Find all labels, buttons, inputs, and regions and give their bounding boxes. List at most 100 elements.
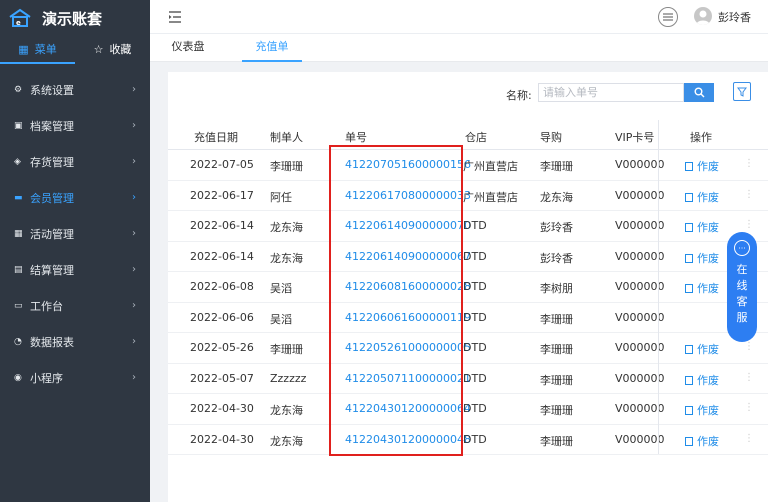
table-row[interactable]: 2022-04-30 龙东海 412204301200000064 DTD 李珊珊 V00… [168,394,768,425]
sidebar-item-2[interactable]: ◈ 存货管理 › [0,144,150,180]
table-row[interactable]: 2022-06-14 龙东海 412206140900000070 DTD 彭玲香 V00… [168,211,768,242]
void-label: 作废 [697,434,719,448]
sidebar-item-label: 档案管理 [30,120,74,133]
table-row[interactable]: 2022-06-14 龙东海 412206140900000067 DTD 彭玲香 V00… [168,242,768,272]
void-button[interactable]: 作废 [685,219,719,235]
sidebar-item-label: 小程序 [30,372,63,385]
table-row[interactable]: 2022-05-07 Zzzzzz 412205071100000021 DTD 李珊珊… [168,364,768,394]
chevron-right-icon: › [132,228,136,239]
cell-guide: 李珊珊 [540,434,573,448]
more-menu-icon[interactable] [658,7,678,27]
document-icon [685,192,693,202]
row-more-icon[interactable]: ⋮ [744,158,754,169]
online-service-label: 在线客服 [736,263,748,324]
column-header[interactable]: 导购 [540,129,562,145]
order-number-link[interactable]: 412206081600000028 [345,280,471,293]
sidebar-item-7[interactable]: ◔ 数据报表 › [0,324,150,360]
sidebar-item-1[interactable]: ▣ 档案管理 › [0,108,150,144]
row-more-icon[interactable]: ⋮ [744,402,754,413]
row-more-icon[interactable]: ⋮ [744,189,754,200]
column-header[interactable]: 单号 [345,129,367,145]
chevron-right-icon: › [132,264,136,275]
tab-dashboard[interactable]: 仪表盘 [168,34,208,62]
cell-date: 2022-06-08 [190,280,254,293]
void-label: 作废 [697,404,719,417]
filter-button[interactable] [733,82,751,101]
void-button[interactable]: 作废 [685,158,719,174]
void-button[interactable]: 作废 [685,250,719,266]
order-number-link[interactable]: 412205261000000005 [345,341,471,354]
void-button[interactable]: 作废 [685,372,719,388]
table-row[interactable]: 2022-06-06 吴滔 412206061600000119 DTD 李珊珊 V000… [168,303,768,333]
order-number-link[interactable]: 412206140900000070 [345,219,471,232]
cell-store: DTD [463,280,487,293]
collapse-menu-icon[interactable] [168,10,182,24]
cell-date: 2022-05-26 [190,341,254,354]
tab-favorites[interactable]: ☆ 收藏 [75,36,150,62]
cell-maker: 龙东海 [270,221,303,234]
void-label: 作废 [697,221,719,234]
table-row[interactable]: 2022-05-26 李珊珊 412205261000000005 DTD 李珊珊 V00… [168,333,768,364]
document-icon [685,223,693,232]
void-button[interactable]: 作废 [685,341,719,357]
sidebar-item-label: 数据报表 [30,336,74,349]
cell-guide: 龙东海 [540,190,573,204]
tab-recharge[interactable]: 充值单 [242,34,302,62]
avatar[interactable] [694,7,712,25]
sidebar-item-4[interactable]: ▦ 活动管理 › [0,216,150,252]
column-header[interactable]: VIP卡号 [615,129,654,145]
sidebar-item-0[interactable]: ⚙ 系统设置 › [0,72,150,108]
online-service-button[interactable]: ··· 在线客服 [727,232,757,342]
sidebar-item-label: 系统设置 [30,84,74,97]
row-more-icon[interactable]: ⋮ [744,372,754,383]
search-button[interactable] [684,83,714,102]
cell-guide: 李树朋 [540,282,573,295]
document-icon [685,436,693,446]
table-row[interactable]: 2022-07-05 李珊珊 412207051600000156 广州直营店 李珊珊 V… [168,150,768,181]
cell-store: DTD [463,402,487,415]
tab-menu[interactable]: ▦ 菜单 [0,36,75,62]
row-more-icon[interactable]: ⋮ [744,219,754,230]
void-label: 作废 [697,251,719,265]
content-panel: 名称: 充值日期 制单人 单号 仓店 导购 VIP卡号 操作 2022-07-05 李珊珊 41… [168,72,768,502]
order-number-link[interactable]: 412206061600000119 [345,311,471,324]
sidebar-item-6[interactable]: ▭ 工作台 › [0,288,150,324]
table-row[interactable]: 2022-06-08 吴滔 412206081600000028 DTD 李树朋 V000… [168,272,768,303]
cell-guide: 李珊珊 [540,404,573,417]
cell-store: DTD [463,310,487,324]
void-button[interactable]: 作废 [685,280,719,296]
table-row[interactable]: 2022-04-30 龙东海 412204301200000048 DTD 李珊珊 V00… [168,425,768,455]
archive-icon: ▣ [14,121,23,131]
chevron-right-icon: › [132,84,136,95]
order-search-input[interactable] [538,83,684,102]
column-header[interactable]: 制单人 [270,129,303,145]
tab-menu-label: 菜单 [34,43,57,56]
row-more-icon[interactable]: ⋮ [744,433,754,444]
row-more-icon[interactable]: ⋮ [744,341,754,352]
workbench-icon: ▭ [14,301,23,311]
order-number-link[interactable]: 412206170800000033 [345,189,471,202]
column-header[interactable]: 操作 [690,129,712,145]
cell-maker: 李珊珊 [270,160,303,173]
cell-date: 2022-07-05 [190,158,254,171]
sidebar-item-8[interactable]: ◉ 小程序 › [0,360,150,396]
cell-store: 广州直营店 [463,160,518,173]
sidebar-item-5[interactable]: ▤ 结算管理 › [0,252,150,288]
table-row[interactable]: 2022-06-17 阿任 412206170800000033 广州直营店 龙东海 V0… [168,181,768,211]
user-name[interactable]: 彭玲香 [718,9,751,25]
sidebar-item-3[interactable]: ▬ 会员管理 › [0,180,150,216]
order-number-link[interactable]: 412205071100000021 [345,372,471,385]
void-button[interactable]: 作废 [685,402,719,418]
grid-icon: ▦ [18,42,29,56]
order-number-link[interactable]: 412207051600000156 [345,158,471,171]
order-number-link[interactable]: 412204301200000064 [345,402,471,415]
order-number-link[interactable]: 412204301200000048 [345,433,471,446]
document-icon [685,284,693,293]
void-label: 作废 [697,282,719,295]
void-button[interactable]: 作废 [685,433,719,449]
document-icon [685,375,693,385]
void-button[interactable]: 作废 [685,189,719,205]
order-number-link[interactable]: 412206140900000067 [345,250,471,263]
column-header[interactable]: 充值日期 [194,129,238,145]
column-header[interactable]: 仓店 [465,129,487,145]
